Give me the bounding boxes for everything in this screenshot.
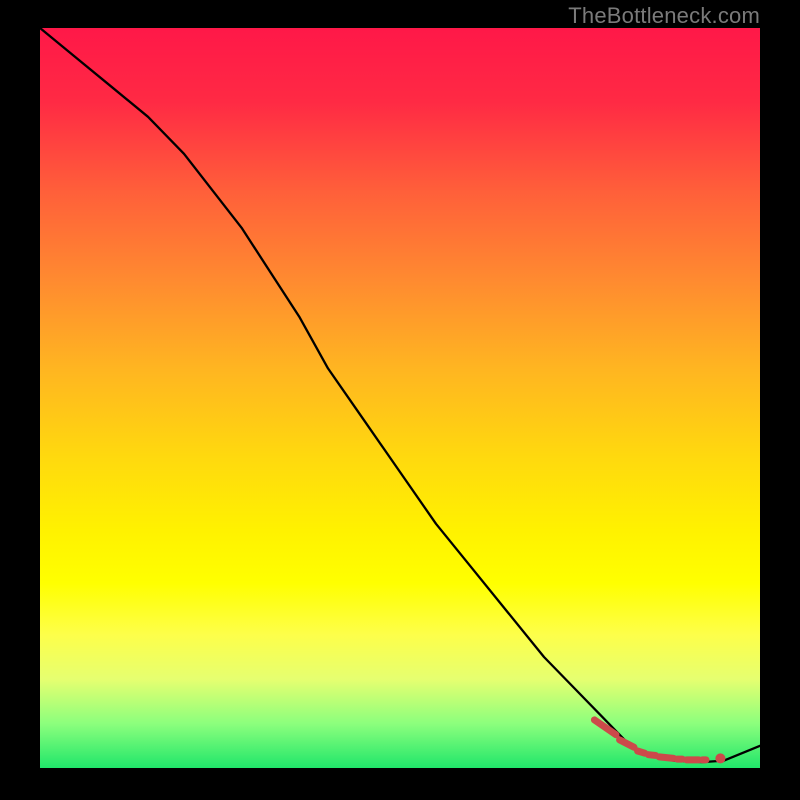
dash-3: [638, 751, 645, 753]
chart-frame: TheBottleneck.com: [0, 0, 800, 800]
chart-line: [40, 28, 760, 762]
dash-4: [648, 755, 655, 756]
dash-5: [659, 757, 673, 758]
chart-markers: [594, 720, 725, 764]
dot-end: [715, 753, 725, 763]
chart-overlay: [40, 28, 760, 768]
dash-2: [620, 740, 634, 747]
watermark-text: TheBottleneck.com: [568, 3, 760, 29]
